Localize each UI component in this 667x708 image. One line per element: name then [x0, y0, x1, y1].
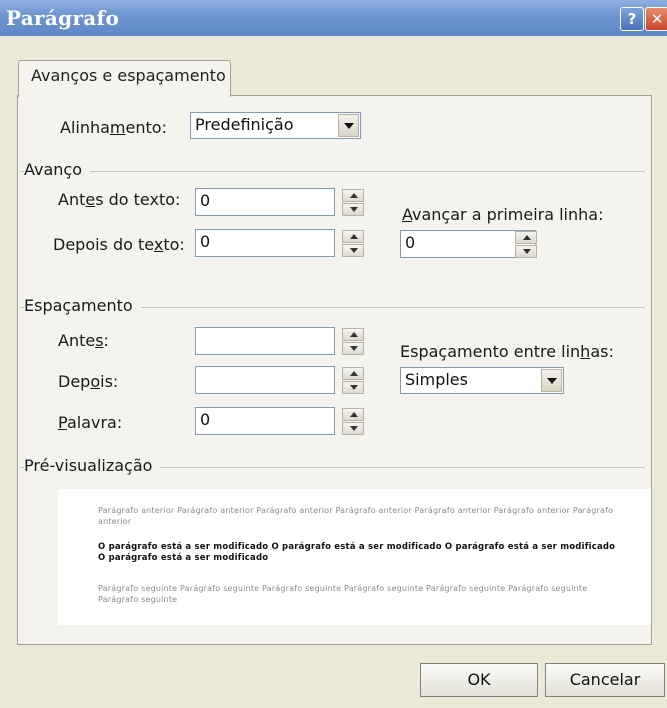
label-text: Alinha	[60, 118, 110, 137]
label-mnemonic: o	[90, 372, 101, 391]
label-mnemonic: s	[95, 331, 104, 350]
dialog-title: Parágrafo	[6, 6, 120, 30]
alignment-value: Predefinição	[195, 115, 294, 134]
spin-up-icon[interactable]	[342, 328, 364, 341]
label-text: s do texto:	[95, 190, 181, 209]
spin-down-icon[interactable]	[342, 203, 364, 216]
label-text: alavra:	[66, 413, 123, 432]
first-line-label: Avançar a primeira linha:	[402, 205, 603, 224]
spin-down-icon[interactable]	[342, 422, 364, 435]
spacing-after-label: Depois:	[58, 372, 118, 391]
label-text: Dep	[58, 372, 91, 391]
preview-group-label: Pré-visualização	[24, 456, 161, 475]
cancel-button[interactable]: Cancelar	[545, 663, 665, 697]
word-spacing-input[interactable]: 0	[195, 407, 364, 435]
line-spacing-label: Espaçamento entre linhas:	[400, 342, 614, 361]
paragraph-dialog: Parágrafo ? ✕ Avanços e espaçamento Alin…	[0, 0, 667, 708]
label-text: is:	[100, 372, 119, 391]
help-icon[interactable]: ?	[620, 7, 644, 31]
preview-next-paragraph: Parágrafo seguinte Parágrafo seguinte Pa…	[98, 584, 588, 604]
indent-before-value: 0	[200, 191, 211, 210]
tab-indents-spacing[interactable]: Avanços e espaçamento	[18, 60, 231, 97]
indent-after-value: 0	[200, 232, 211, 251]
label-mnemonic: m	[109, 118, 126, 137]
indent-group-label: Avanço	[24, 160, 91, 179]
first-line-value: 0	[405, 233, 416, 252]
spin-up-icon[interactable]	[515, 231, 537, 244]
label-text: :	[103, 331, 109, 350]
spin-down-icon[interactable]	[342, 381, 364, 394]
spin-up-icon[interactable]	[342, 367, 364, 380]
chevron-down-icon[interactable]	[338, 114, 359, 137]
label-text: Ante	[58, 331, 96, 350]
indent-after-input[interactable]: 0	[195, 229, 364, 257]
spin-down-icon[interactable]	[342, 342, 364, 355]
spacing-after-spinner[interactable]	[342, 367, 364, 395]
indent-before-label: Antes do texto:	[58, 190, 180, 209]
spacing-group-label: Espaçamento	[24, 296, 141, 315]
chevron-down-icon[interactable]	[541, 369, 562, 392]
close-icon[interactable]: ✕	[645, 7, 667, 31]
line-spacing-select[interactable]: Simples	[400, 367, 564, 394]
label-text: vançar a primeira linha:	[412, 205, 604, 224]
spacing-before-spinner[interactable]	[342, 328, 364, 356]
label-text: to:	[163, 235, 185, 254]
ok-button[interactable]: OK	[420, 663, 538, 697]
first-line-input[interactable]: 0	[400, 230, 537, 259]
label-mnemonic: A	[402, 205, 413, 224]
label-mnemonic: e	[85, 190, 96, 209]
indent-group-rule	[20, 171, 645, 172]
line-spacing-value: Simples	[405, 370, 468, 389]
spin-down-icon[interactable]	[342, 244, 364, 257]
indent-before-input[interactable]: 0	[195, 188, 364, 216]
label-mnemonic: h	[580, 342, 591, 361]
indent-after-spinner[interactable]	[342, 230, 364, 258]
indent-after-label: Depois do texto:	[53, 235, 185, 254]
spacing-before-label: Antes:	[58, 331, 109, 350]
label-text: Depois do te	[53, 235, 154, 254]
alignment-select[interactable]: Predefinição	[190, 112, 361, 139]
preview-box: Parágrafo anterior Parágrafo anterior Pa…	[58, 489, 651, 625]
word-spacing-spinner[interactable]	[342, 408, 364, 436]
first-line-spinner[interactable]	[515, 231, 537, 259]
label-text: ento:	[125, 118, 167, 137]
label-mnemonic: x	[153, 235, 164, 254]
indent-before-spinner[interactable]	[342, 189, 364, 217]
alignment-label: Alinhamento:	[60, 118, 167, 137]
preview-previous-paragraph: Parágrafo anterior Parágrafo anterior Pa…	[98, 506, 614, 526]
spacing-before-input[interactable]	[195, 327, 364, 355]
word-spacing-value: 0	[200, 410, 211, 429]
preview-current-paragraph: O parágrafo está a ser modificado O pará…	[98, 542, 616, 563]
label-text: Ant	[58, 190, 86, 209]
spin-up-icon[interactable]	[342, 189, 364, 202]
spin-down-icon[interactable]	[515, 245, 537, 258]
label-text: as:	[590, 342, 614, 361]
title-bar[interactable]: Parágrafo ? ✕	[0, 0, 667, 36]
spin-up-icon[interactable]	[342, 230, 364, 243]
label-mnemonic: P	[58, 413, 67, 432]
label-text: Espaçamento entre lin	[400, 342, 581, 361]
word-spacing-label: Palavra:	[58, 413, 122, 432]
spacing-after-input[interactable]	[195, 366, 364, 394]
spin-up-icon[interactable]	[342, 408, 364, 421]
